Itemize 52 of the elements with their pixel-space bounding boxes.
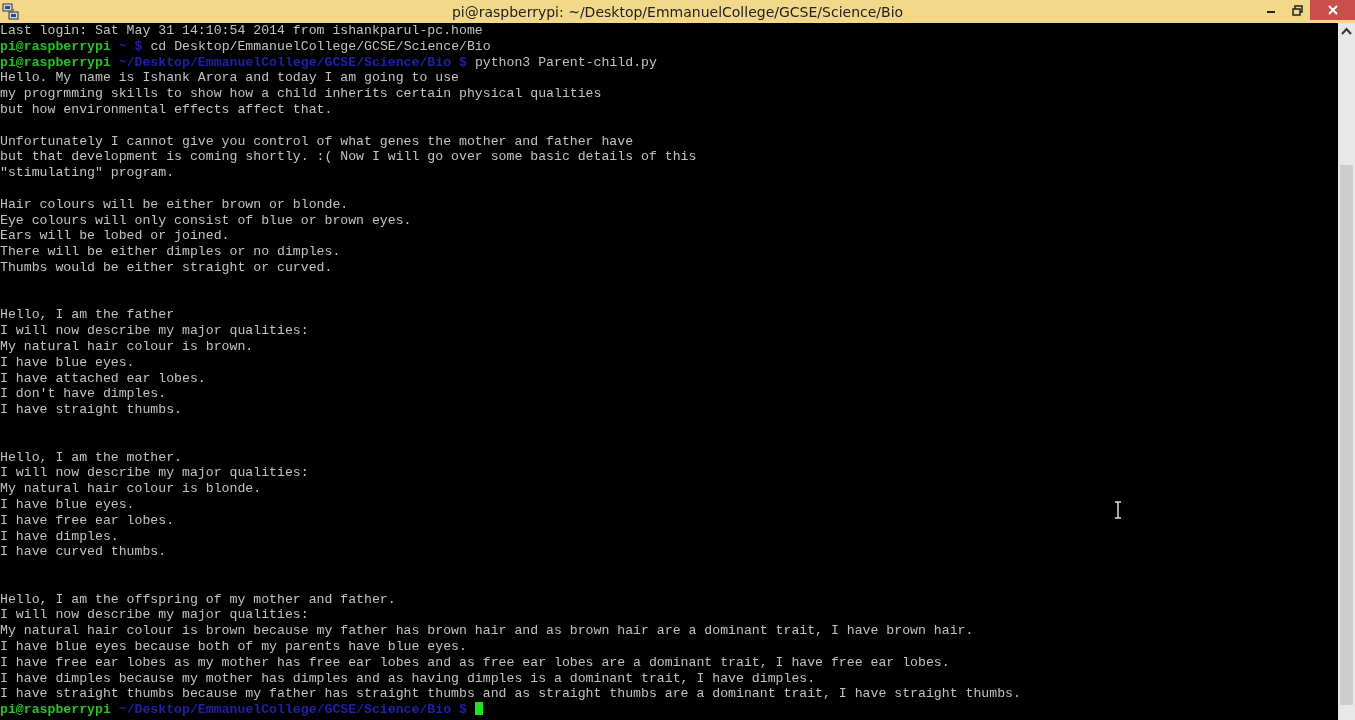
prompt-path: ~ — [118, 38, 127, 54]
output-line: I have attached ear lobes. — [0, 370, 206, 386]
output-line: Thumbs would be either straight or curved. — [0, 259, 333, 275]
output-line: I will now describe my major qualities: — [0, 465, 309, 481]
output-line: but how environmental effects affect that. — [0, 102, 333, 117]
output-line: but that development is coming shortly. :( Now I will go over some basic details of this — [0, 149, 697, 165]
output-line: I have free ear lobes as my mother has free ear lobes and as free ear lobes are a dominant trait, I have free ear lobes. — [0, 654, 950, 670]
prompt-path: ~/Desktop/EmmanuelCollege/GCSE/Science/Bio — [118, 54, 452, 70]
output-line: My natural hair colour is brown because my father has brown hair and as brown hair are a dominant trait, I have brown hair. — [0, 623, 974, 639]
text-cursor-icon — [1113, 501, 1123, 519]
prompt-user: pi@raspberrypi — [0, 38, 111, 54]
close-icon — [1327, 5, 1338, 15]
output-line: I will now describe my major qualities: — [0, 607, 309, 623]
prompt-symbol: $ — [134, 38, 143, 54]
restore-icon — [1291, 4, 1303, 16]
output-line: I have dimples. — [0, 528, 119, 544]
output-line: I have dimples because my mother has dimples and as having dimples is a dominant trait, I have dimples. — [0, 670, 816, 686]
computers-icon[interactable] — [2, 2, 20, 21]
output-line: "stimulating" program. — [0, 165, 175, 181]
output-line: My natural hair colour is brown. — [0, 338, 254, 354]
output-line: Unfortunately I cannot give you control of what genes the mother and father have — [0, 133, 634, 149]
prompt-user: pi@raspberrypi — [0, 702, 111, 718]
scrollbar[interactable] — [1338, 23, 1355, 720]
output-line: I have blue eyes. — [0, 354, 135, 370]
command-text: python3 Parent-child.py — [474, 54, 657, 70]
prompt-symbol: $ — [459, 702, 467, 718]
command-text: cd Desktop/EmmanuelCollege/GCSE/Science/Bio — [150, 38, 491, 54]
output-line: Hello, I am the father — [0, 307, 175, 323]
scroll-thumb[interactable] — [1340, 165, 1353, 705]
prompt-user: pi@raspberrypi — [0, 54, 111, 70]
output-line: I will now describe my major qualities: — [0, 323, 309, 339]
output-line: Hello, I am the mother. — [0, 449, 183, 465]
output-line: I have straight thumbs. — [0, 402, 183, 418]
output-line: I don't have dimples. — [0, 386, 167, 402]
output-line: My natural hair colour is blonde. — [0, 481, 262, 497]
output-line: Hair colours will be either brown or blonde. — [0, 196, 349, 212]
output-line: Hello, I am the offspring of my mother and father. — [0, 591, 396, 607]
output-line: I have straight thumbs because my father has straight thumbs and as straight thumbs are a dominant trait, I have straight thumbs. — [0, 686, 1021, 702]
output-line: Last login: Sat May 31 14:10:54 2014 from ishankparul-pc.home — [0, 23, 483, 38]
output-line: Hello. My name is Ishank Arora and today I am going to use — [0, 70, 459, 86]
output-line: I have blue eyes because both of my parents have blue eyes. — [0, 639, 467, 655]
output-line: my progrmming skills to show how a child inherits certain physical qualities — [0, 86, 602, 102]
prompt-path: ~/Desktop/EmmanuelCollege/GCSE/Science/Bio — [118, 702, 452, 718]
output-line: I have curved thumbs. — [0, 544, 167, 560]
output-line: Eye colours will only consist of blue or brown eyes. — [0, 212, 412, 228]
prompt-symbol: $ — [459, 54, 467, 70]
output-line: There will be either dimples or no dimples. — [0, 244, 341, 260]
output-line: Ears will be lobed or joined. — [0, 228, 230, 244]
close-button[interactable] — [1310, 0, 1355, 20]
output-line: I have blue eyes. — [0, 496, 135, 512]
output-line: I have free ear lobes. — [0, 512, 175, 528]
window-title: pi@raspberrypi: ~/Desktop/EmmanuelCollege/GCSE/Science/Bio — [451, 3, 904, 20]
